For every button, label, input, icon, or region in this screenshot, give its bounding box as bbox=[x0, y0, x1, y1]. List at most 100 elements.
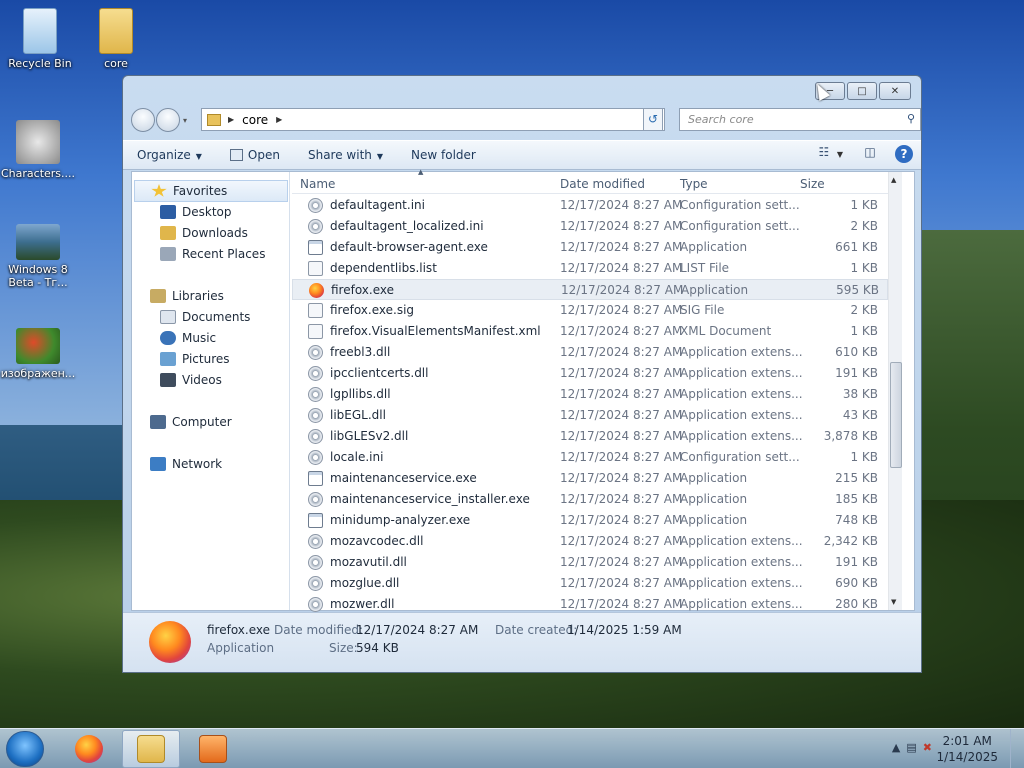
file-size: 3,878 KB bbox=[823, 429, 878, 443]
explorer-icon bbox=[137, 735, 165, 763]
file-row[interactable]: firefox.exe.sig 12/17/2024 8:27 AM SIG Fil… bbox=[292, 300, 888, 321]
file-row[interactable]: maintenanceservice.exe 12/17/2024 8:27 AM… bbox=[292, 468, 888, 489]
desktop-icon-windows8[interactable]: Windows 8 Beta - Тг... bbox=[0, 224, 78, 289]
refresh-button[interactable]: ↺ bbox=[643, 108, 663, 131]
recent-places-icon bbox=[160, 247, 176, 261]
file-size: 690 KB bbox=[835, 576, 878, 590]
close-button[interactable]: ✕ bbox=[879, 82, 911, 100]
vertical-scrollbar[interactable]: ▲ ▼ bbox=[888, 172, 902, 610]
file-row[interactable]: libGLESv2.dll 12/17/2024 8:27 AM Applicati… bbox=[292, 426, 888, 447]
file-name: firefox.VisualElementsManifest.xml bbox=[330, 324, 541, 338]
file-row[interactable]: lgpllibs.dll 12/17/2024 8:27 AM Applicatio… bbox=[292, 384, 888, 405]
file-type: Application bbox=[680, 471, 748, 485]
file-date-modified: 12/17/2024 8:27 AM bbox=[560, 555, 683, 569]
network-icon[interactable]: ▤ bbox=[906, 741, 916, 754]
file-row[interactable]: firefox.exe 12/17/2024 8:27 AM Application… bbox=[292, 279, 888, 300]
preview-pane-button[interactable]: ◫ bbox=[859, 145, 881, 163]
desktop-icon-recycle-bin[interactable]: Recycle Bin bbox=[0, 8, 80, 70]
breadcrumb-separator-icon[interactable]: ▶ bbox=[228, 115, 234, 124]
address-bar[interactable]: ▶ core ▶ ▼ bbox=[201, 108, 665, 131]
nav-music[interactable]: Music bbox=[160, 331, 216, 345]
breadcrumb-separator-icon[interactable]: ▶ bbox=[276, 115, 282, 124]
file-row[interactable]: dependentlibs.list 12/17/2024 8:27 AM LIST… bbox=[292, 258, 888, 279]
clock[interactable]: 2:01 AM 1/14/2025 bbox=[936, 733, 998, 765]
file-row[interactable]: firefox.VisualElementsManifest.xml 12/17/… bbox=[292, 321, 888, 342]
file-row[interactable]: defaultagent.ini 12/17/2024 8:27 AM Config… bbox=[292, 195, 888, 216]
file-row[interactable]: locale.ini 12/17/2024 8:27 AM Configuratio… bbox=[292, 447, 888, 468]
nav-videos[interactable]: Videos bbox=[160, 373, 222, 387]
back-button[interactable] bbox=[131, 108, 155, 132]
nav-libraries[interactable]: Libraries bbox=[150, 289, 224, 303]
open-button[interactable]: Open bbox=[229, 148, 280, 162]
scroll-up-icon[interactable]: ▲ bbox=[891, 176, 896, 184]
nav-favorites[interactable]: Favorites bbox=[134, 180, 288, 202]
file-size: 610 KB bbox=[835, 345, 878, 359]
search-input[interactable]: Search core ⚲ bbox=[679, 108, 921, 131]
file-row[interactable]: mozglue.dll 12/17/2024 8:27 AM Application… bbox=[292, 573, 888, 594]
column-date-modified[interactable]: Date modified bbox=[560, 177, 645, 191]
dll-icon bbox=[308, 597, 323, 612]
nav-label: Libraries bbox=[172, 289, 224, 303]
scroll-down-icon[interactable]: ▼ bbox=[891, 598, 896, 606]
file-size: 191 KB bbox=[835, 555, 878, 569]
file-row[interactable]: ipcclientcerts.dll 12/17/2024 8:27 AM Appl… bbox=[292, 363, 888, 384]
desktop-icon-characters[interactable]: Characters.... bbox=[0, 120, 78, 180]
taskbar-firefox[interactable] bbox=[60, 730, 118, 768]
file-type: Configuration sett... bbox=[680, 450, 800, 464]
file-row[interactable]: mozavcodec.dll 12/17/2024 8:27 AM Applicat… bbox=[292, 531, 888, 552]
column-name[interactable]: Name bbox=[300, 177, 335, 191]
share-with-menu[interactable]: Share with ▼ bbox=[308, 148, 383, 162]
search-icon[interactable]: ⚲ bbox=[907, 112, 915, 125]
file-size: 215 KB bbox=[835, 471, 878, 485]
file-row[interactable]: maintenanceservice_installer.exe 12/17/20… bbox=[292, 489, 888, 510]
desktop-icon-image[interactable]: изображен... bbox=[0, 328, 78, 380]
start-button[interactable] bbox=[6, 731, 44, 767]
help-button[interactable]: ? bbox=[895, 145, 913, 163]
taskbar-explorer[interactable] bbox=[122, 730, 180, 768]
forward-button[interactable] bbox=[156, 108, 180, 132]
nav-recent-places[interactable]: Recent Places bbox=[160, 247, 265, 261]
file-row[interactable]: minidump-analyzer.exe 12/17/2024 8:27 AM A… bbox=[292, 510, 888, 531]
nav-downloads[interactable]: Downloads bbox=[160, 226, 248, 240]
change-view-button[interactable]: ☷ bbox=[813, 145, 835, 163]
nav-desktop[interactable]: Desktop bbox=[160, 205, 232, 219]
nav-documents[interactable]: Documents bbox=[160, 310, 250, 324]
file-row[interactable]: libEGL.dll 12/17/2024 8:27 AM Application … bbox=[292, 405, 888, 426]
nav-label: Desktop bbox=[182, 205, 232, 219]
desktop-icon-core[interactable]: core bbox=[76, 8, 156, 70]
file-type: Application extens... bbox=[680, 345, 803, 359]
show-hidden-icons-icon[interactable]: ▲ bbox=[892, 741, 900, 754]
file-date-modified: 12/17/2024 8:27 AM bbox=[560, 219, 683, 233]
firefox-icon bbox=[75, 735, 103, 763]
view-dropdown-icon[interactable]: ▼ bbox=[837, 150, 843, 159]
show-desktop-button[interactable] bbox=[1010, 729, 1024, 768]
nav-computer[interactable]: Computer bbox=[150, 415, 232, 429]
column-type[interactable]: Type bbox=[680, 177, 708, 191]
maximize-button[interactable]: □ bbox=[847, 82, 877, 100]
new-folder-button[interactable]: New folder bbox=[411, 148, 476, 162]
dll-icon bbox=[308, 576, 323, 591]
file-name: mozwer.dll bbox=[330, 597, 395, 611]
file-date-modified: 12/17/2024 8:27 AM bbox=[560, 597, 683, 611]
file-row[interactable]: defaultagent_localized.ini 12/17/2024 8:2… bbox=[292, 216, 888, 237]
file-row[interactable]: freebl3.dll 12/17/2024 8:27 AM Application… bbox=[292, 342, 888, 363]
scrollbar-thumb[interactable] bbox=[890, 362, 902, 468]
column-size[interactable]: Size bbox=[800, 177, 825, 191]
chevron-down-icon: ▼ bbox=[195, 152, 202, 161]
recent-pages-dropdown-icon[interactable]: ▾ bbox=[183, 116, 187, 125]
volume-muted-icon[interactable]: ✖ bbox=[923, 741, 932, 754]
file-row[interactable]: default-browser-agent.exe 12/17/2024 8:27… bbox=[292, 237, 888, 258]
nav-pictures[interactable]: Pictures bbox=[160, 352, 230, 366]
file-row[interactable]: mozavutil.dll 12/17/2024 8:27 AM Applicati… bbox=[292, 552, 888, 573]
dll-icon bbox=[308, 534, 323, 549]
breadcrumb-core[interactable]: core bbox=[242, 113, 268, 127]
file-date-modified: 12/17/2024 8:27 AM bbox=[560, 261, 683, 275]
file-size: 1 KB bbox=[850, 261, 878, 275]
media-player-icon bbox=[199, 735, 227, 763]
taskbar-media-player[interactable] bbox=[184, 730, 242, 768]
organize-menu[interactable]: Organize ▼ bbox=[137, 148, 202, 162]
nav-network[interactable]: Network bbox=[150, 457, 222, 471]
system-tray: ▲ ▤ ✖ bbox=[886, 741, 932, 754]
firefox-icon bbox=[309, 283, 324, 298]
application-icon bbox=[308, 513, 323, 528]
